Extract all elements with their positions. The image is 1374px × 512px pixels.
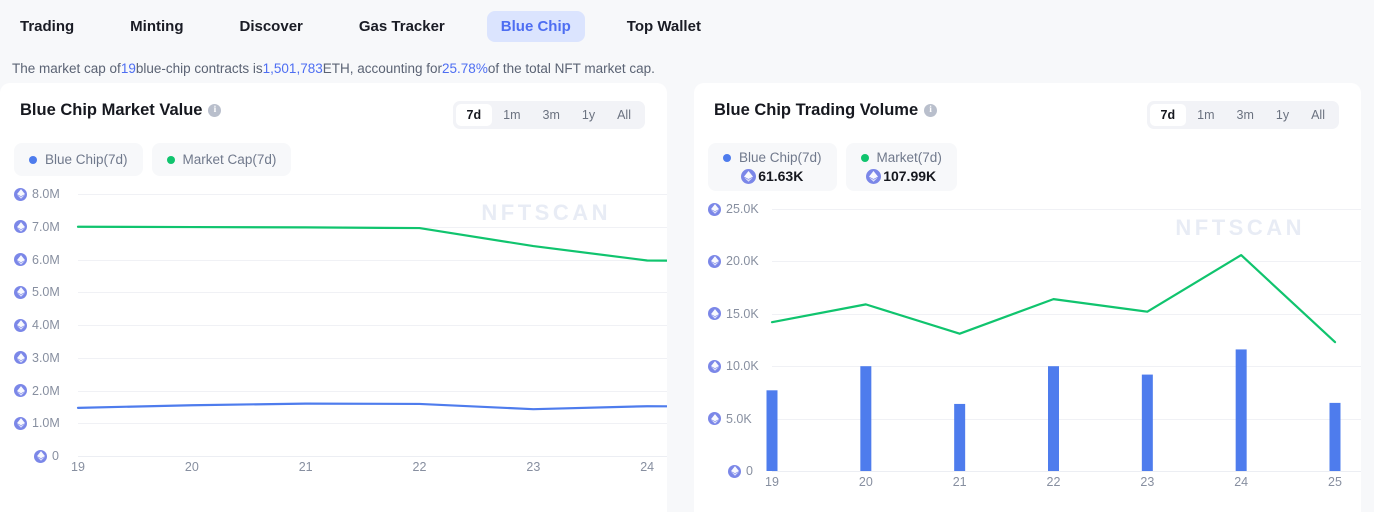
x-axis-right: 19 20 21 22 23 24 25 [694, 475, 1361, 497]
x-axis-tick-label: 23 [526, 460, 540, 474]
range-option-7d[interactable]: 7d [456, 104, 493, 126]
legend-item-blue-chip[interactable]: Blue Chip(7d) [14, 143, 143, 176]
legend-item-market[interactable]: Market(7d) 107.99K [846, 143, 957, 191]
charts-row: Blue Chip Market Value i 7d 1m 3m 1y All… [0, 83, 1374, 512]
series-line[interactable] [78, 404, 667, 410]
bar[interactable] [860, 366, 871, 471]
blue-chip-contract-count: 19 [121, 61, 136, 76]
bar[interactable] [954, 404, 965, 471]
page-title-trading-volume: Blue Chip Trading Volume i [714, 101, 937, 120]
bar[interactable] [1330, 403, 1341, 471]
legend-dot-blue-icon [723, 154, 731, 162]
legend-item-market-cap[interactable]: Market Cap(7d) [152, 143, 292, 176]
plot-wrap-left: NFTSCAN 01.0M2.0M3.0M4.0M5.0M6.0M7.0M8.0… [0, 194, 667, 482]
legend-label-market: Market(7d) [877, 150, 942, 165]
nav-tab-trading[interactable]: Trading [6, 11, 88, 42]
x-axis-tick-label: 21 [299, 460, 313, 474]
series-layer [694, 209, 1361, 471]
x-axis-tick-label: 20 [859, 475, 873, 489]
x-axis-tick-label: 22 [1047, 475, 1061, 489]
nav-tab-top-wallet[interactable]: Top Wallet [613, 11, 715, 42]
series-line[interactable] [78, 227, 667, 262]
legend-right: Blue Chip(7d) 61.63K Market(7d) [694, 129, 1361, 191]
range-option-1y[interactable]: 1y [1265, 104, 1300, 126]
legend-label-market-cap: Market Cap(7d) [183, 152, 277, 167]
range-option-all[interactable]: All [606, 104, 642, 126]
card-blue-chip-market-value: Blue Chip Market Value i 7d 1m 3m 1y All… [0, 83, 667, 512]
primary-nav: Trading Minting Discover Gas Tracker Blu… [0, 0, 1374, 53]
range-option-all[interactable]: All [1300, 104, 1336, 126]
series-line[interactable] [772, 255, 1335, 342]
info-icon[interactable]: i [924, 104, 937, 117]
range-option-3m[interactable]: 3m [532, 104, 571, 126]
legend-value-blue-chip: 61.63K [758, 168, 803, 184]
x-axis-tick-label: 19 [71, 460, 85, 474]
legend-label-blue-chip: Blue Chip(7d) [739, 150, 822, 165]
bar[interactable] [1048, 366, 1059, 471]
legend-left: Blue Chip(7d) Market Cap(7d) [0, 129, 667, 176]
range-option-7d[interactable]: 7d [1150, 104, 1187, 126]
card-blue-chip-trading-volume: Blue Chip Trading Volume i 7d 1m 3m 1y A… [694, 83, 1361, 512]
summary-text-1: The market cap of [12, 61, 121, 76]
bar[interactable] [767, 390, 778, 471]
gridline [78, 456, 667, 457]
range-switch-right: 7d 1m 3m 1y All [1147, 101, 1339, 129]
legend-value-market: 107.99K [883, 168, 936, 184]
card-title-text-left: Blue Chip Market Value [20, 101, 202, 120]
eth-icon [866, 169, 881, 184]
card-header-right: Blue Chip Trading Volume i 7d 1m 3m 1y A… [694, 83, 1361, 129]
card-title-text-right: Blue Chip Trading Volume [714, 101, 918, 120]
legend-dot-green-icon [861, 154, 869, 162]
nav-tab-gas-tracker[interactable]: Gas Tracker [345, 11, 459, 42]
bar[interactable] [1142, 375, 1153, 471]
total-market-cap-eth: 1,501,783 [263, 61, 323, 76]
card-header-left: Blue Chip Market Value i 7d 1m 3m 1y All [0, 83, 667, 129]
legend-label-blue-chip: Blue Chip(7d) [45, 152, 128, 167]
x-axis-left: 19 20 21 22 23 24 [0, 460, 667, 482]
plot-wrap-right: NFTSCAN 05.0K10.0K15.0K20.0K25.0K 192021… [694, 209, 1361, 497]
range-option-1y[interactable]: 1y [571, 104, 606, 126]
range-option-1m[interactable]: 1m [1186, 104, 1225, 126]
market-cap-summary: The market cap of 19 blue-chip contracts… [0, 53, 1374, 83]
x-axis-tick-label: 25 [1328, 475, 1342, 489]
summary-text-3: ETH, accounting for [323, 61, 442, 76]
x-axis-tick-label: 21 [953, 475, 967, 489]
range-option-1m[interactable]: 1m [492, 104, 531, 126]
bar[interactable] [1236, 349, 1247, 471]
x-axis-tick-label: 23 [1140, 475, 1154, 489]
market-cap-share-percent: 25.78% [442, 61, 488, 76]
gridline [772, 471, 1361, 472]
chart-trading-volume[interactable]: 05.0K10.0K15.0K20.0K25.0K [694, 209, 1361, 471]
range-option-3m[interactable]: 3m [1226, 104, 1265, 126]
range-switch-left: 7d 1m 3m 1y All [453, 101, 645, 129]
chart-market-value[interactable]: 01.0M2.0M3.0M4.0M5.0M6.0M7.0M8.0M [0, 194, 667, 456]
summary-text-4: of the total NFT market cap. [488, 61, 655, 76]
x-axis-tick-label: 24 [640, 460, 654, 474]
x-axis-tick-label: 22 [413, 460, 427, 474]
x-axis-tick-label: 24 [1234, 475, 1248, 489]
legend-dot-blue-icon [29, 156, 37, 164]
summary-text-2: blue-chip contracts is [136, 61, 263, 76]
nav-tab-minting[interactable]: Minting [116, 11, 197, 42]
eth-icon [741, 169, 756, 184]
x-axis-tick-label: 19 [765, 475, 779, 489]
nav-tab-blue-chip[interactable]: Blue Chip [487, 11, 585, 42]
legend-dot-green-icon [167, 156, 175, 164]
legend-item-blue-chip[interactable]: Blue Chip(7d) 61.63K [708, 143, 837, 191]
series-layer [0, 194, 667, 456]
page-title-market-value: Blue Chip Market Value i [20, 101, 221, 120]
x-axis-tick-label: 20 [185, 460, 199, 474]
nav-tab-discover[interactable]: Discover [226, 11, 317, 42]
info-icon[interactable]: i [208, 104, 221, 117]
